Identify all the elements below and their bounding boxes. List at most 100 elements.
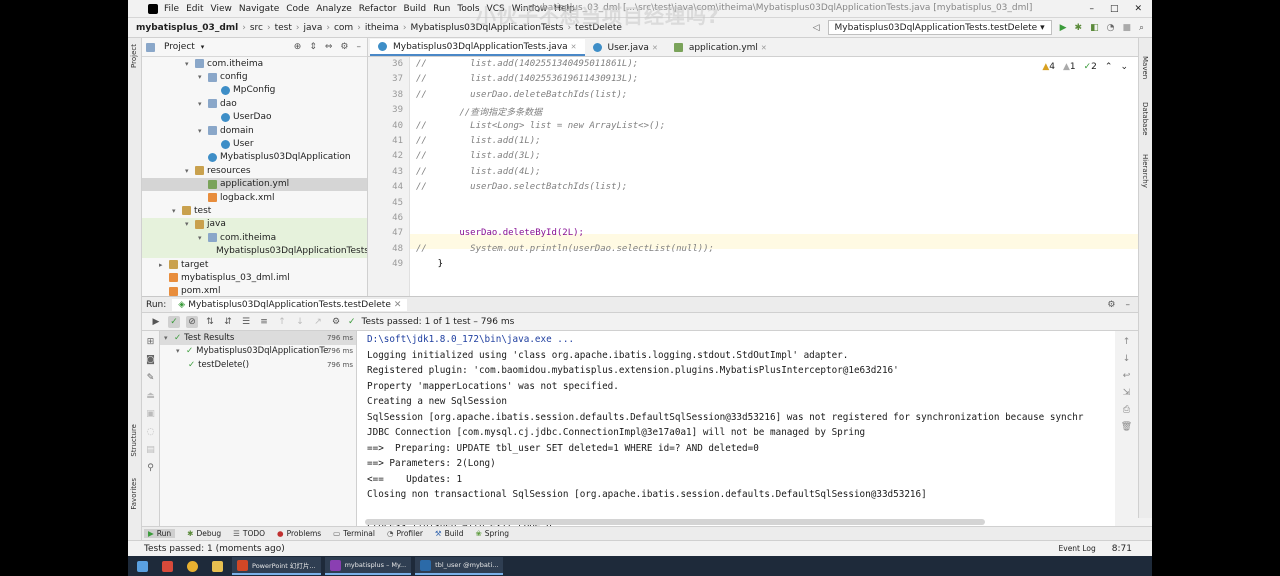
breadcrumb-item[interactable]: src (250, 23, 263, 33)
expand-arrow-icon[interactable]: ▸ (159, 261, 167, 269)
editor-tab[interactable]: application.yml ✕ (666, 39, 775, 56)
sort-duration-icon[interactable]: ⇵ (222, 316, 234, 328)
export-icon[interactable]: ↗ (312, 316, 324, 328)
menu-item-view[interactable]: View (211, 4, 232, 14)
close-icon[interactable]: ✕ (571, 43, 577, 51)
console-horizontal-scrollbar[interactable] (365, 519, 985, 525)
favorites-tool-tab[interactable]: Favorites (130, 478, 138, 510)
tree-item[interactable]: mybatisplus_03_dml.iml (142, 271, 367, 284)
tree-item[interactable]: pom.xml (142, 285, 367, 296)
gear-icon[interactable]: ⚙ (1107, 300, 1115, 310)
test-result-item[interactable]: ▾ ✓ Test Results 796 ms (160, 331, 356, 345)
breadcrumb-item[interactable]: itheima (365, 23, 399, 33)
explorer-icon[interactable] (207, 557, 228, 575)
editor-tab[interactable]: User.java ✕ (585, 39, 666, 56)
tree-item[interactable]: ▸ target (142, 258, 367, 271)
run-config-select[interactable]: Mybatisplus03DqlApplicationTests.testDel… (827, 20, 1052, 35)
show-ignored-icon[interactable]: ⊘ (186, 315, 198, 328)
taskbar-window[interactable]: mybatisplus – My... (324, 557, 412, 575)
expand-arrow-icon[interactable]: ▾ (185, 60, 193, 68)
gear-icon[interactable]: ⚙ (330, 316, 342, 328)
expand-all-icon[interactable]: ⇕ (309, 42, 317, 52)
tree-item[interactable]: ▾ com.itheima (142, 57, 367, 70)
layout-icon[interactable]: ▤ (146, 445, 155, 455)
expand-arrow-icon[interactable]: ▾ (198, 234, 206, 242)
hide-icon[interactable]: – (357, 42, 362, 52)
pin-tab-icon[interactable]: ⚲ (147, 463, 154, 473)
camera-icon[interactable]: ◙ (146, 355, 155, 365)
show-passed-icon[interactable]: ✓ (168, 315, 180, 328)
wrench-icon[interactable]: ✎ (147, 373, 155, 383)
tool-tab-spring[interactable]: ❀ Spring (475, 529, 509, 538)
expand-arrow-icon[interactable]: ▾ (198, 127, 206, 135)
hierarchy-tool-tab[interactable]: Hierarchy (1141, 154, 1149, 188)
tool-tab-problems[interactable]: ● Problems (277, 529, 321, 538)
expand-arrow-icon[interactable]: ▾ (172, 207, 180, 215)
menu-item-analyze[interactable]: Analyze (316, 4, 351, 14)
sort-alpha-icon[interactable]: ⇅ (204, 316, 216, 328)
prev-fail-icon[interactable]: ↑ (276, 316, 288, 328)
start-button[interactable] (132, 557, 153, 575)
project-view-select[interactable]: Project (164, 42, 195, 52)
chevron-down-icon[interactable]: ▾ (201, 43, 205, 51)
breadcrumb-project[interactable]: mybatisplus_03_dml (136, 23, 238, 33)
structure-tool-tab[interactable]: Structure (130, 424, 138, 457)
close-icon[interactable]: ✕ (761, 44, 767, 52)
tree-item[interactable]: Mybatisplus03DqlApplication (142, 151, 367, 164)
tool-tab-profiler[interactable]: ◔ Profiler (387, 529, 423, 538)
expand-arrow-icon[interactable]: ▾ (185, 167, 193, 175)
chevron-up-icon[interactable]: ⌃ (1105, 62, 1113, 72)
tree-item[interactable]: ▾ java (142, 217, 367, 232)
search-everywhere-icon[interactable]: ⌕ (1139, 23, 1144, 33)
close-icon[interactable]: ✕ (652, 44, 658, 52)
tree-item[interactable]: ▾ domain (142, 124, 367, 137)
profiler-icon[interactable]: ◔ (1107, 23, 1115, 33)
tool-tab-run[interactable]: ▶ Run (144, 529, 176, 538)
gear-icon[interactable]: ⚙ (340, 42, 348, 52)
tree-item[interactable]: UserDao (142, 111, 367, 124)
run-tab[interactable]: ◈ Mybatisplus03DqlApplicationTests.testD… (172, 298, 408, 311)
close-icon[interactable]: ✕ (1134, 4, 1142, 14)
print-icon[interactable]: ⎙ (1123, 405, 1130, 415)
menu-item-file[interactable]: File (164, 4, 179, 14)
tool-tab-terminal[interactable]: ▭ Terminal (333, 529, 375, 538)
expand-arrow-icon[interactable]: ▾ (176, 347, 184, 355)
collapse-all-icon[interactable]: ≡ (258, 316, 270, 328)
rerun-icon[interactable]: ▶ (150, 316, 162, 328)
next-fail-icon[interactable]: ↓ (294, 316, 306, 328)
event-log-button[interactable]: Event Log (1059, 544, 1096, 553)
menu-item-code[interactable]: Code (286, 4, 309, 14)
soft-wrap-icon[interactable]: ↩ (1123, 371, 1131, 381)
taskbar-window[interactable]: tbl_user @mybati... (415, 557, 504, 575)
tool-tab-todo[interactable]: ☰ TODO (233, 529, 265, 538)
tree-item[interactable]: ▾ test (142, 204, 367, 217)
tree-item[interactable]: application.yml (142, 177, 367, 191)
up-arrow-icon[interactable]: ↑ (1123, 337, 1131, 347)
project-tool-tab[interactable]: Project (130, 44, 138, 68)
tree-item[interactable]: ▾ resources (142, 164, 367, 177)
run-icon[interactable]: ▶ (1060, 23, 1067, 33)
maximize-icon[interactable]: □ (1110, 4, 1119, 14)
collapse-all-icon[interactable]: ⇔ (325, 42, 333, 52)
editor-tab[interactable]: Mybatisplus03DqlApplicationTests.java ✕ (370, 39, 585, 56)
breadcrumb-item[interactable]: java (304, 23, 323, 33)
test-result-item[interactable]: ▾ ✓ Mybatisplus03DqlApplicationTe 796 ms (160, 345, 356, 359)
expand-all-icon[interactable]: ☰ (240, 316, 252, 328)
tool-tab-debug[interactable]: ✱ Debug (187, 529, 221, 538)
debug-icon[interactable]: ✱ (1075, 23, 1083, 33)
maven-tool-tab[interactable]: Maven (1141, 56, 1149, 79)
tree-item[interactable]: logback.xml (142, 191, 367, 204)
pin-icon[interactable]: ◌ (147, 427, 155, 437)
breadcrumb-item[interactable]: com (334, 23, 353, 33)
tree-item[interactable]: MpConfig (142, 84, 367, 97)
tree-item[interactable]: Mybatisplus03DqlApplicationTests (142, 244, 367, 258)
expand-arrow-icon[interactable]: ▾ (164, 334, 172, 342)
minimize-icon[interactable]: – (1089, 4, 1094, 14)
browser-icon[interactable] (182, 557, 203, 575)
trash-icon[interactable]: 🗑 (1121, 422, 1132, 432)
expand-arrow-icon[interactable]: ▾ (198, 100, 206, 108)
inspection-widget[interactable]: ▲4 ▲1 ✓2 ⌃ ⌄ (1042, 62, 1128, 72)
tree-item[interactable]: User (142, 137, 367, 150)
hide-icon[interactable]: – (1126, 300, 1131, 310)
menu-item-refactor[interactable]: Refactor (359, 4, 397, 14)
